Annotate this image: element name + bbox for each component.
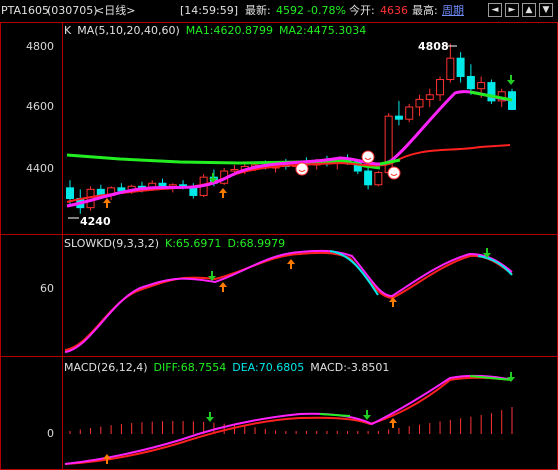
buy-arrow-icon [389,418,397,428]
dea-line [64,376,513,465]
candle-body [364,170,373,186]
candle-body [446,57,455,81]
smiley-icon [387,166,401,180]
ma-segment [379,158,401,166]
candle-body [230,169,239,172]
sell-arrow-icon [206,412,214,422]
candle-body [425,94,434,100]
candle-body [456,57,465,77]
candle-body [189,187,198,196]
d-line [64,251,513,351]
candle-body [374,172,383,186]
kline-chart[interactable]: 4808 4240 [0,0,558,470]
sell-arrow-icon [363,410,371,420]
buy-arrow-icon [219,188,227,198]
candle-body [415,98,424,108]
ma40-line [66,144,511,203]
candle-body [117,187,126,192]
diff-segment [319,413,351,417]
ma60-line [66,153,381,170]
candle-body [436,79,445,96]
candle-body [477,82,486,90]
min-price-label: 4240 [80,215,111,228]
macd-histogram [69,406,513,434]
buy-arrow-icon [219,282,227,292]
buy-arrow-icon [287,259,295,269]
max-price-label: 4808 [418,40,449,53]
smiley-icon [361,150,375,164]
candlesticks [66,43,516,214]
signal-markers [103,75,515,464]
candle-body [466,76,475,90]
buy-arrow-icon [103,198,111,208]
k-line-tail [477,255,513,276]
buy-arrow-icon [103,454,111,464]
candle-body [394,115,403,120]
macd-lines [64,374,513,465]
ma20-line [66,90,513,208]
candle-body [158,182,167,187]
sell-arrow-icon [507,75,515,85]
smiley-icon [295,162,309,176]
candle-body [405,106,414,120]
diff-line [64,374,513,465]
candle-body [66,187,74,199]
moving-averages [66,90,513,208]
kd-lines [64,249,513,353]
